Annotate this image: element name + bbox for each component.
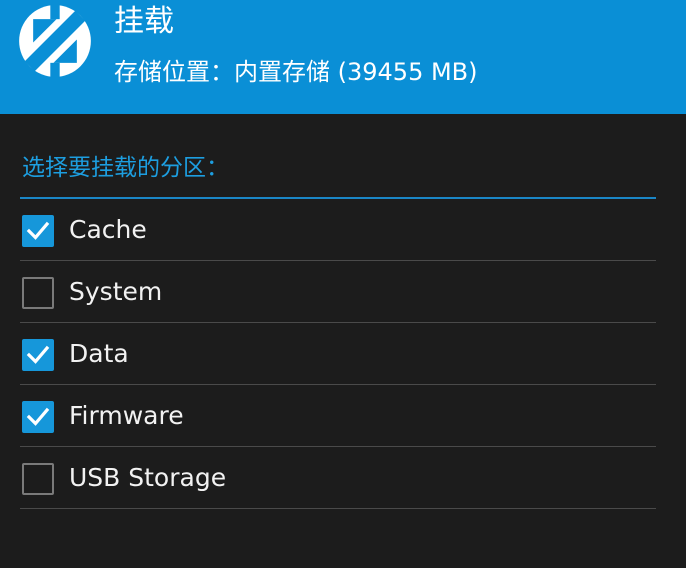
header-bar: 挂载 存储位置：内置存储 (39455 MB) (0, 0, 686, 114)
partition-label-system: System (69, 277, 163, 306)
checkmark-icon (26, 407, 50, 426)
checkbox-usb-storage[interactable] (22, 463, 54, 495)
storage-location-text: 存储位置：内置存储 (39455 MB) (114, 58, 478, 86)
page-title: 挂载 (114, 4, 174, 39)
partition-row-cache[interactable]: Cache (20, 199, 656, 261)
checkbox-firmware[interactable] (22, 401, 54, 433)
partition-label-data: Data (69, 339, 129, 368)
partition-row-data[interactable]: Data (20, 323, 656, 385)
checkbox-system[interactable] (22, 277, 54, 309)
partition-label-usb-storage: USB Storage (69, 463, 227, 492)
partition-section-label: 选择要挂载的分区： (22, 155, 229, 181)
checkmark-icon (26, 345, 50, 364)
partition-label-cache: Cache (69, 215, 147, 244)
partition-list: Cache System Data Firmware USB Storage (20, 199, 656, 509)
checkmark-icon (26, 221, 50, 240)
partition-row-firmware[interactable]: Firmware (20, 385, 656, 447)
checkbox-cache[interactable] (22, 215, 54, 247)
partition-row-system[interactable]: System (20, 261, 656, 323)
partition-row-usb-storage[interactable]: USB Storage (20, 447, 656, 509)
twrp-logo-icon (19, 3, 91, 79)
checkbox-data[interactable] (22, 339, 54, 371)
partition-label-firmware: Firmware (69, 401, 184, 430)
